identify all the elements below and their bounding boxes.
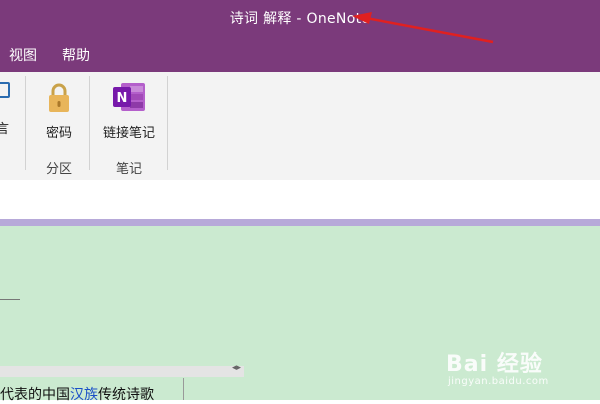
horizontal-scrollbar[interactable]: ◂▸ xyxy=(0,363,244,377)
table-column-border xyxy=(183,378,184,400)
ribbon: 言 密码 分区 N 链接笔记 笔记 xyxy=(0,72,600,181)
watermark-logo-text: Bai 经验 xyxy=(446,352,543,377)
cutoff-ribbon-label[interactable]: 言 xyxy=(0,118,9,137)
group-label-notes: 笔记 xyxy=(115,162,142,177)
watermark-url: jingyan.baidu.com xyxy=(448,376,549,387)
content-text-prefix: 代表的中国 xyxy=(0,387,70,403)
content-text[interactable]: 代表的中国汉族传统诗歌 xyxy=(0,384,154,404)
group-label-section: 分区 xyxy=(45,162,72,177)
password-button[interactable]: 密码 xyxy=(36,78,82,141)
menu-help[interactable]: 帮助 xyxy=(62,45,90,65)
cutoff-ribbon-icon[interactable] xyxy=(0,82,10,98)
svg-text:N: N xyxy=(117,91,128,106)
content-text-suffix: 传统诗歌 xyxy=(98,387,154,403)
content-link[interactable]: 汉族 xyxy=(70,387,98,403)
window-title: 诗词 解释 - OneNote xyxy=(229,11,371,27)
onenote-icon: N xyxy=(113,83,145,111)
title-bar: 诗词 解释 - OneNote xyxy=(0,0,600,36)
scroll-arrows-icon[interactable]: ◂▸ xyxy=(232,363,241,373)
password-label: 密码 xyxy=(45,126,72,141)
padlock-icon xyxy=(49,83,69,112)
menu-view[interactable]: 视图 xyxy=(9,45,37,65)
menu-bar: 视图 帮助 xyxy=(0,36,600,72)
link-note-label: 链接笔记 xyxy=(102,126,155,141)
link-note-button[interactable]: N 链接笔记 xyxy=(98,78,160,141)
baidu-watermark: Bai 经验 jingyan.baidu.com xyxy=(446,346,586,394)
ribbon-divider xyxy=(89,76,90,170)
page-title-area[interactable] xyxy=(0,180,600,218)
page-title-underline xyxy=(0,299,20,300)
ribbon-divider xyxy=(167,76,168,170)
section-accent-line xyxy=(0,219,600,226)
ribbon-divider xyxy=(25,76,26,170)
